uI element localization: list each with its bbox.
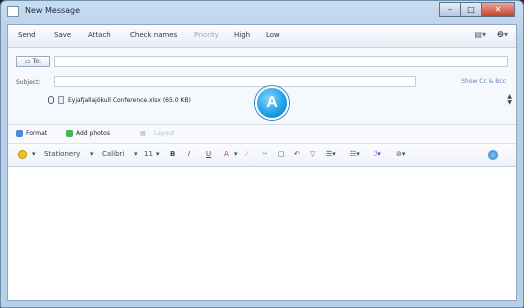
- undo-icon[interactable]: ↶: [294, 150, 300, 158]
- cut-icon[interactable]: ✂: [262, 150, 268, 158]
- check-names-button[interactable]: Check names: [130, 31, 177, 39]
- main-toolbar: Send Save Attach Check names Priority Hi…: [8, 25, 516, 48]
- size-dropdown-icon[interactable]: ▾: [156, 150, 160, 158]
- font-dropdown-icon[interactable]: ▾: [134, 150, 138, 158]
- to-field[interactable]: [54, 56, 508, 67]
- message-client-area: Send Save Attach Check names Priority Hi…: [7, 24, 517, 301]
- emoticon-dropdown-icon[interactable]: ▾: [32, 150, 36, 158]
- bold-button[interactable]: B: [170, 150, 175, 158]
- layout-icon: ▦: [140, 130, 146, 137]
- stationery-dropdown-icon[interactable]: ▾: [90, 150, 94, 158]
- add-photos-button[interactable]: Add photos: [66, 130, 110, 137]
- window-controls: – □ ✕: [439, 2, 515, 17]
- priority-label: Priority: [194, 31, 219, 39]
- bullets-icon[interactable]: ☰▾: [326, 150, 336, 158]
- link-icon[interactable]: ⊘▾: [396, 150, 405, 158]
- scroll-down-icon[interactable]: ▼: [507, 100, 512, 106]
- maximize-button[interactable]: □: [460, 2, 482, 17]
- layout-label: Layout: [154, 130, 175, 137]
- new-message-window: New Message – □ ✕ Send Save Attach Check…: [0, 0, 524, 308]
- to-label: To:: [32, 58, 41, 65]
- attachment-scroller[interactable]: ▲ ▼: [507, 94, 512, 106]
- close-button[interactable]: ✕: [481, 2, 515, 17]
- low-priority-button[interactable]: Low: [266, 31, 280, 39]
- emoticon-icon[interactable]: [18, 150, 27, 159]
- format-label: Format: [26, 130, 48, 137]
- format-painter-icon[interactable]: ▽: [310, 150, 315, 158]
- add-photos-label: Add photos: [76, 130, 110, 137]
- window-title: New Message: [25, 6, 81, 15]
- message-body[interactable]: [8, 167, 516, 300]
- font-color-button[interactable]: A: [224, 150, 229, 158]
- photo-icon: [66, 130, 73, 137]
- globe-icon[interactable]: [488, 150, 498, 160]
- stationery-button[interactable]: Stationery: [44, 150, 80, 158]
- subject-field[interactable]: [54, 76, 416, 87]
- font-select[interactable]: Calibri: [102, 150, 124, 158]
- high-priority-button[interactable]: High: [234, 31, 250, 39]
- callout-marker-a: A: [255, 86, 289, 120]
- attachment-name: Eyjafjallajökull Conference.xlsx (65.0 K…: [68, 96, 191, 104]
- subject-label: Subject:: [16, 79, 41, 86]
- formatting-toolbar: ▾ Stationery ▾ Calibri ▾ 11 ▾ B I U A ▾ …: [8, 144, 516, 167]
- style-icon[interactable]: ℐ▾: [374, 150, 381, 158]
- help-icon[interactable]: ❷▾: [497, 30, 508, 39]
- minimize-button[interactable]: –: [439, 2, 461, 17]
- save-button[interactable]: Save: [54, 31, 71, 39]
- attach-button[interactable]: Attach: [88, 31, 111, 39]
- format-icon: [16, 130, 23, 137]
- show-cc-bcc-link[interactable]: Show Cc & Bcc: [461, 78, 506, 85]
- title-bar[interactable]: New Message – □ ✕: [1, 1, 523, 23]
- attachment-item[interactable]: Eyjafjallajökull Conference.xlsx (65.0 K…: [48, 96, 191, 104]
- insert-bar: Format Add photos ▦ Layout: [8, 125, 516, 144]
- font-color-dropdown-icon[interactable]: ▾: [234, 150, 238, 158]
- underline-button[interactable]: U: [206, 150, 211, 158]
- menu-icon[interactable]: ▤▾: [474, 30, 486, 39]
- highlight-icon[interactable]: ⁄: [246, 150, 247, 158]
- copy-icon[interactable]: ▢: [278, 150, 285, 158]
- mail-icon: [7, 6, 19, 17]
- paperclip-icon: [48, 96, 54, 104]
- italic-button[interactable]: I: [188, 150, 190, 158]
- numbering-icon[interactable]: ☷▾: [350, 150, 360, 158]
- address-book-icon: ▭: [24, 58, 31, 65]
- to-button[interactable]: ▭ To:: [16, 56, 50, 67]
- format-button[interactable]: Format: [16, 130, 47, 137]
- file-icon: [58, 96, 64, 104]
- send-button[interactable]: Send: [18, 31, 36, 39]
- font-size-select[interactable]: 11: [144, 150, 153, 158]
